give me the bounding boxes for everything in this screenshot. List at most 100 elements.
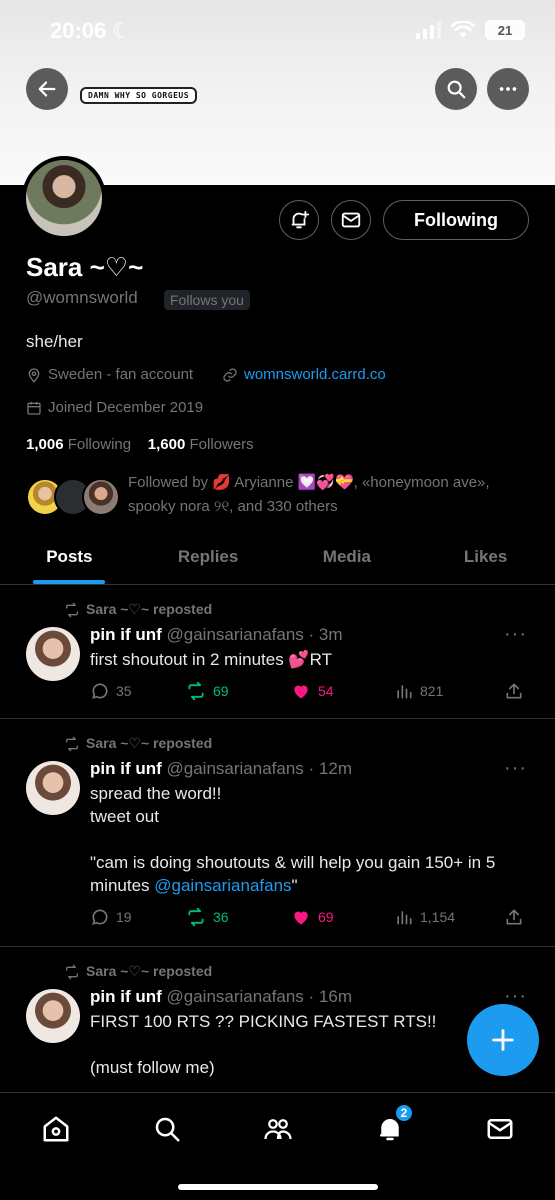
share-icon: [506, 683, 522, 699]
profile-bio: she/her: [26, 332, 83, 351]
repost-indicator: Sara ~♡~ reposted: [64, 601, 212, 618]
profile-handle: @womnsworld: [26, 288, 138, 307]
views-button[interactable]: 821: [394, 681, 504, 701]
plus-icon: [492, 1029, 514, 1051]
nav-notifications[interactable]: 2: [370, 1103, 414, 1149]
like-button[interactable]: 54: [290, 681, 394, 701]
views-button[interactable]: 1,154: [394, 907, 504, 927]
views-icon: [397, 911, 412, 925]
link-icon: [223, 367, 237, 382]
like-button[interactable]: 69: [290, 907, 394, 927]
profile-joined: Joined December 2019: [26, 399, 203, 416]
tweet[interactable]: Sara ~♡~ reposted pin if unf @gainsarian…: [0, 585, 555, 719]
tab-replies[interactable]: Replies: [139, 530, 278, 584]
profile-name: Sara ~♡~: [26, 252, 144, 282]
profile-location: Sweden - fan account: [26, 366, 193, 383]
tweet-header: pin if unf @gainsarianafans · 16m: [90, 987, 352, 1007]
nav-communities[interactable]: [258, 1109, 298, 1149]
followers-count-link[interactable]: 1,600 Followers: [148, 436, 254, 453]
profile-tabs: Posts Replies Media Likes: [0, 530, 555, 585]
tweet-actions: 19 36 69 1,154: [90, 907, 530, 927]
reply-button[interactable]: 35: [90, 681, 185, 701]
repost-icon: [66, 964, 78, 979]
repost-icon: [66, 736, 78, 751]
repost-indicator: Sara ~♡~ reposted: [64, 963, 212, 980]
tweet-author-name[interactable]: pin if unf: [90, 759, 162, 778]
share-button[interactable]: [504, 907, 524, 927]
signal-icon: [416, 21, 441, 39]
tweet-avatar[interactable]: [26, 989, 80, 1043]
tweet-author-name[interactable]: pin if unf: [90, 987, 162, 1006]
follow-counts: 1,006 Following 1,600 Followers: [26, 436, 254, 453]
follows-you-badge: Follows you: [164, 290, 250, 310]
home-icon: [43, 1116, 69, 1142]
share-icon: [506, 909, 522, 925]
share-button[interactable]: [504, 681, 524, 701]
nav-messages[interactable]: [480, 1109, 520, 1149]
nav-home[interactable]: [36, 1109, 76, 1149]
heart-icon: [294, 911, 308, 925]
retweet-button[interactable]: 69: [185, 681, 290, 701]
location-icon: [28, 367, 40, 383]
compose-button[interactable]: [467, 1004, 539, 1076]
battery-icon: 21: [485, 20, 525, 40]
tab-media[interactable]: Media: [278, 530, 417, 584]
back-button[interactable]: [26, 68, 68, 110]
more-icon: [499, 87, 517, 91]
followed-by-avatars[interactable]: [26, 478, 126, 518]
tweet-avatar[interactable]: [26, 761, 80, 815]
profile-avatar[interactable]: [22, 156, 106, 240]
tweet-time[interactable]: · 3m: [309, 625, 343, 644]
nav-search[interactable]: [147, 1109, 187, 1149]
reply-icon: [92, 909, 108, 925]
tweet-author-handle[interactable]: @gainsarianafans: [167, 625, 304, 644]
arrow-left-icon: [38, 81, 56, 97]
following-button[interactable]: Following: [383, 200, 529, 240]
mail-icon: [341, 212, 361, 228]
tweet-time[interactable]: · 16m: [309, 987, 352, 1006]
tweet-text: spread the word!! tweet out "cam is doin…: [90, 784, 496, 895]
reply-button[interactable]: 19: [90, 907, 185, 927]
website-link[interactable]: womnsworld.carrd.co: [244, 366, 386, 383]
more-button[interactable]: [487, 68, 529, 110]
calendar-icon: [27, 401, 41, 415]
tweet-text: FIRST 100 RTS ?? PICKING FASTEST RTS!! (…: [90, 1012, 437, 1077]
tab-posts[interactable]: Posts: [0, 530, 139, 584]
tab-likes[interactable]: Likes: [416, 530, 555, 584]
tweet-actions: 35 69 54 821: [90, 681, 530, 701]
tweet-author-handle[interactable]: @gainsarianafans: [167, 987, 304, 1006]
tweet-header: pin if unf @gainsarianafans · 12m: [90, 759, 352, 779]
bell-plus-icon: [291, 210, 310, 229]
reply-icon: [92, 683, 108, 699]
mail-icon: [487, 1119, 513, 1139]
repost-indicator: Sara ~♡~ reposted: [64, 735, 212, 752]
tweet-mention-link[interactable]: @gainsarianafans: [154, 876, 291, 895]
tweet-text: first shoutout in 2 minutes 💕RT: [90, 650, 332, 669]
tweet-time[interactable]: · 12m: [309, 759, 352, 778]
followed-by-text[interactable]: Followed by 💋 Aryianne 💟💞💝, «honeymoon a…: [128, 471, 528, 519]
status-icons: 21: [416, 20, 525, 40]
notify-button[interactable]: [279, 200, 319, 240]
tweet[interactable]: Sara ~♡~ reposted pin if unf @gainsarian…: [0, 719, 555, 947]
views-icon: [397, 685, 412, 699]
banner-sticker: DAMN WHY SO GORGEUS: [80, 87, 198, 104]
retweet-icon: [188, 681, 204, 701]
home-indicator: [178, 1184, 378, 1190]
search-icon: [155, 1117, 180, 1142]
tweet-header: pin if unf @gainsarianafans · 3m: [90, 625, 343, 645]
search-button[interactable]: [435, 68, 477, 110]
search-icon: [447, 80, 466, 99]
following-count-link[interactable]: 1,006 Following: [26, 436, 131, 453]
retweet-button[interactable]: 36: [185, 907, 290, 927]
tweet-author-handle[interactable]: @gainsarianafans: [167, 759, 304, 778]
message-button[interactable]: [331, 200, 371, 240]
tweet-more-button[interactable]: ···: [504, 623, 527, 646]
tweet-avatar[interactable]: [26, 627, 80, 681]
communities-icon: [264, 1119, 292, 1140]
status-bar: 20:06 ☾ 21: [0, 0, 555, 66]
profile-website[interactable]: womnsworld.carrd.co: [222, 366, 386, 383]
tweet-more-button[interactable]: ···: [504, 757, 527, 780]
tweet-author-name[interactable]: pin if unf: [90, 625, 162, 644]
repost-icon: [66, 602, 78, 617]
notifications-badge: 2: [394, 1103, 414, 1123]
